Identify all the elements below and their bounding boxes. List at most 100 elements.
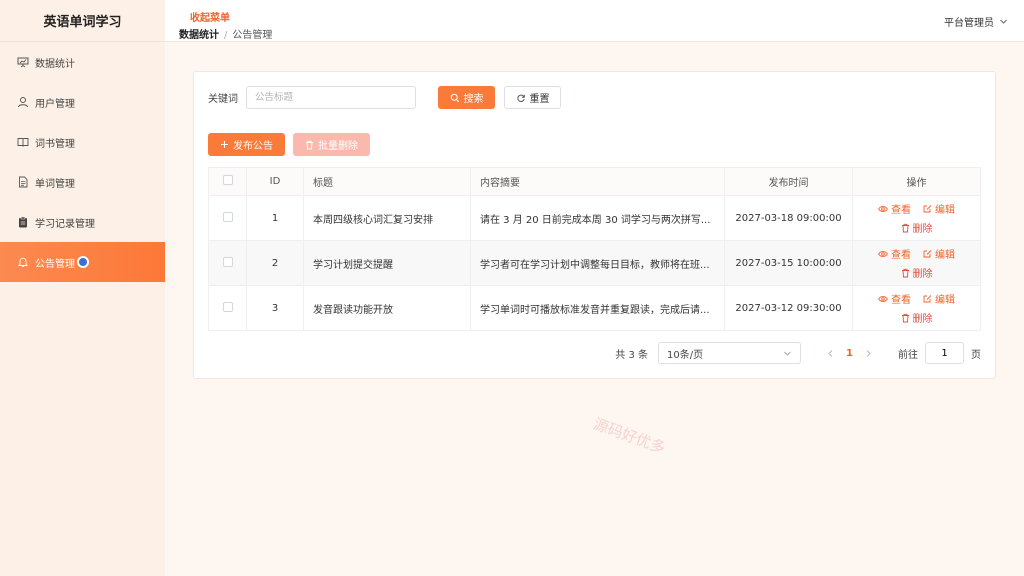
sidebar-item-label: 词书管理 — [35, 138, 75, 150]
page-number[interactable]: 1 — [846, 348, 853, 359]
trash-icon — [901, 313, 910, 323]
view-button[interactable]: 查看 — [878, 291, 911, 306]
sidebar-item-study-records[interactable]: 学习记录管理 — [0, 202, 165, 242]
cell-title: 本周四级核心词汇复习安排 — [303, 195, 471, 241]
page-suffix: 页 — [971, 349, 981, 361]
user-name: 平台管理员 — [944, 18, 994, 29]
delete-button[interactable]: 删除 — [901, 310, 933, 325]
edit-button[interactable]: 编辑 — [923, 201, 955, 216]
row-checkbox[interactable] — [222, 211, 233, 222]
delete-button[interactable]: 删除 — [901, 220, 933, 235]
trash-icon — [305, 140, 314, 150]
keyword-input[interactable] — [246, 86, 416, 109]
document-icon — [17, 176, 29, 188]
page-size-select[interactable]: 10条/页 — [658, 342, 802, 364]
user-menu[interactable]: 平台管理员 — [944, 14, 1008, 29]
filter-bar: 关键词 搜索 重置 — [208, 86, 561, 109]
bell-icon — [17, 256, 29, 268]
book-icon — [17, 136, 29, 148]
total-count: 共 3 条 — [615, 349, 649, 361]
edit-button[interactable]: 编辑 — [923, 246, 955, 261]
cell-id: 1 — [246, 195, 304, 241]
view-label: 查看 — [891, 250, 911, 261]
row-checkbox[interactable] — [222, 256, 233, 267]
delete-label: 删除 — [912, 224, 933, 235]
cell-summary: 学习单词时可播放标准发音并重复跟读，完成后请... — [470, 285, 725, 331]
edit-icon — [923, 294, 932, 303]
row-checkbox[interactable] — [222, 301, 233, 312]
batch-delete-label: 批量删除 — [318, 141, 358, 152]
column-header-id[interactable]: ID — [246, 167, 304, 196]
edit-button[interactable]: 编辑 — [923, 291, 955, 306]
row-select-cell — [208, 195, 247, 241]
sidebar-item-label: 数据统计 — [35, 58, 75, 70]
breadcrumb-current: 公告管理 — [232, 30, 273, 41]
goto-label: 前往 — [898, 349, 918, 361]
chevron-down-icon — [783, 349, 792, 358]
column-header-summary[interactable]: 内容摘要 — [470, 167, 725, 196]
sidebar-item-users[interactable]: 用户管理 — [0, 82, 165, 122]
table-header-row: ID 标题 内容摘要 发布时间 操作 — [208, 167, 981, 196]
breadcrumb-home[interactable]: 数据统计 — [179, 30, 219, 41]
search-icon — [450, 93, 460, 103]
cursor-indicator — [77, 256, 89, 268]
app-title: 英语单词学习 — [0, 0, 165, 42]
refresh-icon — [516, 93, 526, 103]
cell-summary: 学习者可在学习计划中调整每日目标，教师将在班... — [470, 240, 725, 286]
next-page-button[interactable] — [865, 349, 872, 358]
edit-icon — [923, 204, 932, 213]
publish-announcement-button[interactable]: 发布公告 — [208, 133, 285, 156]
sidebar-item-words[interactable]: 单词管理 — [0, 162, 165, 202]
sidebar-item-wordbooks[interactable]: 词书管理 — [0, 122, 165, 162]
row-select-cell — [208, 285, 247, 331]
sidebar-item-announcements[interactable]: 公告管理 — [0, 242, 165, 282]
table-row: 2 学习计划提交提醒 学习者可在学习计划中调整每日目标，教师将在班... 202… — [208, 240, 981, 286]
trash-icon — [901, 223, 910, 233]
sidebar: 英语单词学习 数据统计 用户管理 词书管理 单词管理 学习记录管理 公告管理 — [0, 0, 165, 576]
chevron-down-icon — [999, 17, 1008, 26]
goto-page-input[interactable] — [925, 342, 964, 364]
sidebar-item-data-stats[interactable]: 数据统计 — [0, 42, 165, 82]
edit-icon — [923, 249, 932, 258]
cell-publish-time: 2027-03-12 09:30:00 — [724, 285, 853, 331]
sidebar-item-label: 学习记录管理 — [35, 218, 95, 230]
view-label: 查看 — [891, 205, 911, 216]
cell-id: 3 — [246, 285, 304, 331]
row-select-cell — [208, 240, 247, 286]
eye-icon — [878, 295, 888, 303]
reset-button[interactable]: 重置 — [504, 86, 561, 109]
collapse-menu-button[interactable]: 收起菜单 — [190, 9, 230, 24]
breadcrumb: 数据统计 / 公告管理 — [179, 26, 272, 41]
view-button[interactable]: 查看 — [878, 201, 911, 216]
cell-id: 2 — [246, 240, 304, 286]
publish-button-label: 发布公告 — [233, 141, 273, 152]
sidebar-item-label: 单词管理 — [35, 178, 75, 190]
delete-button[interactable]: 删除 — [901, 265, 933, 280]
edit-label: 编辑 — [935, 250, 955, 261]
eye-icon — [878, 205, 888, 213]
batch-delete-button[interactable]: 批量删除 — [293, 133, 370, 156]
keyword-label: 关键词 — [208, 94, 238, 105]
plus-icon — [220, 140, 229, 149]
cell-summary: 请在 3 月 20 日前完成本周 30 词学习与两次拼写... — [470, 195, 725, 241]
reset-button-label: 重置 — [529, 94, 550, 105]
select-all-checkbox[interactable] — [222, 175, 233, 185]
announcement-table: ID 标题 内容摘要 发布时间 操作 1 本周四级核心词汇复习安排 请在 3 月… — [208, 167, 981, 331]
column-header-publish-time[interactable]: 发布时间 — [724, 167, 853, 196]
prev-page-button[interactable] — [827, 349, 834, 358]
cell-publish-time: 2027-03-15 10:00:00 — [724, 240, 853, 286]
delete-label: 删除 — [912, 314, 933, 325]
view-button[interactable]: 查看 — [878, 246, 911, 261]
cell-publish-time: 2027-03-18 09:00:00 — [724, 195, 853, 241]
search-button[interactable]: 搜索 — [438, 86, 495, 109]
eye-icon — [878, 250, 888, 258]
topbar: 收起菜单 数据统计 / 公告管理 平台管理员 — [165, 0, 1024, 42]
sidebar-item-label: 公告管理 — [35, 258, 75, 270]
delete-label: 删除 — [912, 269, 933, 280]
column-header-title[interactable]: 标题 — [303, 167, 471, 196]
cell-title: 发音跟读功能开放 — [303, 285, 471, 331]
view-label: 查看 — [891, 295, 911, 306]
page-size-value: 10条/页 — [667, 349, 704, 361]
clipboard-icon — [17, 216, 29, 228]
edit-label: 编辑 — [935, 205, 955, 216]
